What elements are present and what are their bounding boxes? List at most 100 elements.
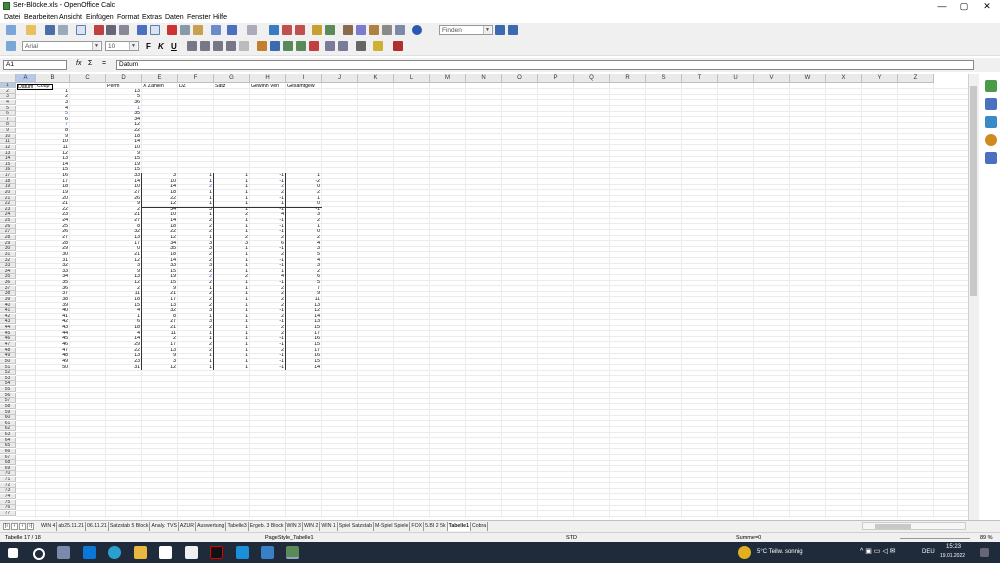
bold-button[interactable]: F: [146, 42, 151, 51]
spellcheck-icon[interactable]: [137, 25, 147, 35]
autospell-icon[interactable]: [150, 25, 160, 35]
draw-functions-icon[interactable]: [325, 25, 335, 35]
row-header[interactable]: 35: [0, 274, 16, 280]
sheet-tab[interactable]: Analy. TVS: [150, 522, 179, 531]
row-header[interactable]: 67: [0, 454, 16, 460]
row-header[interactable]: 30: [0, 246, 16, 252]
save-icon[interactable]: [45, 25, 55, 35]
row-header[interactable]: 61: [0, 420, 16, 426]
selection-mode[interactable]: STD: [566, 534, 577, 542]
align-left-icon[interactable]: [187, 41, 197, 51]
row-header[interactable]: 60: [0, 415, 16, 421]
row-header[interactable]: 28: [0, 235, 16, 240]
netflix-icon[interactable]: [210, 546, 223, 559]
edit-file-icon[interactable]: [76, 25, 86, 35]
row-header[interactable]: 15: [0, 161, 16, 167]
name-box[interactable]: A1: [3, 60, 67, 70]
row-header[interactable]: 19: [0, 184, 16, 190]
font-color-icon[interactable]: [393, 41, 403, 51]
row-header[interactable]: 44: [0, 325, 16, 331]
widgets-icon[interactable]: [83, 546, 96, 559]
row-header[interactable]: 50: [0, 358, 16, 364]
clock-time[interactable]: 15:23: [946, 544, 961, 550]
last-sheet-button[interactable]: ›|: [27, 523, 34, 530]
row-header[interactable]: 43: [0, 319, 16, 325]
column-header[interactable]: A: [16, 74, 36, 83]
hyperlink-icon[interactable]: [269, 25, 279, 35]
row-header[interactable]: 47: [0, 341, 16, 347]
formula-input[interactable]: Datum: [116, 60, 974, 70]
menu-format[interactable]: Format: [117, 14, 139, 21]
search-icon[interactable]: [33, 548, 45, 560]
menu-insert[interactable]: Einfügen: [86, 14, 114, 21]
sheet-tab[interactable]: Spiel Satzstab: [338, 522, 374, 531]
row-header[interactable]: 7: [0, 116, 16, 122]
column-header[interactable]: H: [250, 74, 286, 83]
sheet-tab[interactable]: FOX: [410, 522, 425, 531]
sort-ascending-icon[interactable]: [282, 25, 292, 35]
close-button[interactable]: ✕: [975, 0, 999, 12]
row-header[interactable]: 11: [0, 139, 16, 145]
page-style[interactable]: PageStyle_Tabelle1: [265, 534, 314, 542]
zoom-icon[interactable]: [395, 25, 405, 35]
row-header[interactable]: 32: [0, 257, 16, 263]
align-right-icon[interactable]: [213, 41, 223, 51]
column-header[interactable]: K: [358, 74, 394, 83]
weather-text[interactable]: 5°C Teilw. sonnig: [757, 549, 803, 555]
notification-icon[interactable]: [980, 548, 989, 557]
row-header[interactable]: 53: [0, 375, 16, 381]
currency-format-icon[interactable]: [257, 41, 267, 51]
pdf-export-icon[interactable]: [94, 25, 104, 35]
row-header[interactable]: 20: [0, 189, 16, 195]
sheet-tab[interactable]: Auswertung: [196, 522, 227, 531]
print-icon[interactable]: [106, 25, 116, 35]
language-indicator[interactable]: DEU: [922, 549, 935, 555]
row-header[interactable]: 22: [0, 201, 16, 207]
task-view-icon[interactable]: [57, 546, 70, 559]
row-header[interactable]: 27: [0, 229, 16, 235]
gallery-sidebar-icon[interactable]: [985, 116, 997, 128]
clock-date[interactable]: 19.01.2022: [940, 553, 965, 559]
row-header[interactable]: 70: [0, 471, 16, 477]
column-header[interactable]: O: [502, 74, 538, 83]
standard-format-icon[interactable]: [283, 41, 293, 51]
underline-button[interactable]: U: [171, 42, 177, 51]
function-icon[interactable]: =: [102, 60, 106, 67]
column-header[interactable]: Y: [862, 74, 898, 83]
sheet-tab[interactable]: WIN 3: [286, 522, 303, 531]
row-header[interactable]: 42: [0, 313, 16, 319]
calc-taskbar-icon[interactable]: [286, 546, 299, 559]
column-header[interactable]: G: [214, 74, 250, 83]
menu-file[interactable]: Datei: [4, 14, 20, 21]
row-header[interactable]: 21: [0, 195, 16, 201]
background-color-icon[interactable]: [373, 41, 383, 51]
mail-icon[interactable]: [236, 546, 249, 559]
row-header[interactable]: 69: [0, 465, 16, 471]
column-header[interactable]: W: [790, 74, 826, 83]
sheet-tab[interactable]: WIN 1: [320, 522, 338, 531]
column-header[interactable]: L: [394, 74, 430, 83]
row-header[interactable]: 68: [0, 460, 16, 466]
find-input[interactable]: Finden ▼: [439, 25, 493, 35]
spreadsheet-grid[interactable]: A B C D E F G H I J K L M N O P Q R S T U V W X Y Z 1 2 3 4 5 6 7 8 9 10 11 1…: [0, 74, 968, 518]
chevron-down-icon[interactable]: ▼: [92, 42, 100, 50]
sheet-tab[interactable]: Ergeb. 3 Block: [249, 522, 286, 531]
column-header[interactable]: J: [322, 74, 358, 83]
sheet-tab[interactable]: Satzstab 5 Block: [109, 522, 151, 531]
new-document-icon[interactable]: [6, 25, 16, 35]
data-cell[interactable]: 1: [179, 365, 212, 371]
row-header[interactable]: 77: [0, 510, 16, 516]
cut-icon[interactable]: [167, 25, 177, 35]
sort-descending-icon[interactable]: [295, 25, 305, 35]
row-header[interactable]: 23: [0, 206, 16, 212]
row-header[interactable]: 31: [0, 251, 16, 257]
row-header[interactable]: 37: [0, 285, 16, 291]
row-header[interactable]: 13: [0, 150, 16, 156]
justify-icon[interactable]: [226, 41, 236, 51]
row-header[interactable]: 1: [0, 83, 16, 88]
copy-icon[interactable]: [180, 25, 190, 35]
sheet-tab[interactable]: Tabelle1: [447, 522, 471, 531]
italic-button[interactable]: K: [158, 42, 164, 51]
column-header[interactable]: E: [142, 74, 178, 83]
delete-decimal-icon[interactable]: [309, 41, 319, 51]
